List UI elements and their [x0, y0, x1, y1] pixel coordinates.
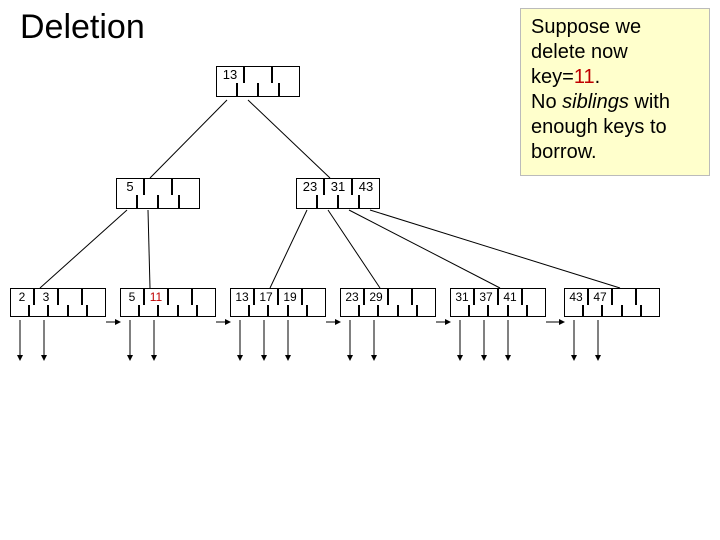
key-cell — [388, 288, 412, 306]
ptr-cell — [116, 195, 137, 209]
ptr-cell — [583, 305, 602, 317]
key-cell: 23 — [296, 178, 324, 196]
ptr-cell — [378, 305, 397, 317]
ptr-cell — [488, 305, 507, 317]
key-cell-deleting: 11 — [144, 288, 168, 306]
ptr-cell — [469, 305, 488, 317]
leaf-node: 43 47 — [564, 288, 660, 317]
key-cell: 13 — [230, 288, 254, 306]
ptr-cell — [87, 305, 106, 317]
ptr-cell — [197, 305, 216, 317]
leaf-node: 23 29 — [340, 288, 436, 317]
ptr-cell — [527, 305, 546, 317]
internal-node-right: 23 31 43 — [296, 178, 380, 209]
ptr-cell — [641, 305, 660, 317]
ptr-cell — [338, 195, 359, 209]
key-cell: 2 — [10, 288, 34, 306]
leaf-node: 13 17 19 — [230, 288, 326, 317]
ptr-cell — [237, 83, 258, 97]
key-cell — [522, 288, 546, 306]
key-cell — [168, 288, 192, 306]
key-cell — [58, 288, 82, 306]
ptr-cell — [29, 305, 48, 317]
key-cell: 47 — [588, 288, 612, 306]
key-cell: 43 — [352, 178, 380, 196]
ptr-cell — [120, 305, 139, 317]
ptr-cell — [48, 305, 67, 317]
ptr-cell — [139, 305, 158, 317]
key-cell: 17 — [254, 288, 278, 306]
ptr-cell — [249, 305, 268, 317]
internal-node-left: 5 — [116, 178, 200, 209]
ptr-cell — [359, 195, 380, 209]
key-cell — [82, 288, 106, 306]
ptr-cell — [296, 195, 317, 209]
key-cell: 43 — [564, 288, 588, 306]
key-cell: 31 — [324, 178, 352, 196]
ptr-cell — [268, 305, 287, 317]
ptr-cell — [158, 195, 179, 209]
key-cell — [244, 66, 272, 84]
ptr-cell — [216, 83, 237, 97]
tree-edges — [0, 0, 720, 540]
leaf-node: 5 11 — [120, 288, 216, 317]
ptr-cell — [307, 305, 326, 317]
ptr-cell — [622, 305, 641, 317]
key-cell: 37 — [474, 288, 498, 306]
key-cell: 41 — [498, 288, 522, 306]
ptr-cell — [178, 305, 197, 317]
key-cell: 23 — [340, 288, 364, 306]
key-cell — [302, 288, 326, 306]
ptr-cell — [317, 195, 338, 209]
ptr-cell — [10, 305, 29, 317]
ptr-cell — [398, 305, 417, 317]
key-cell — [272, 66, 300, 84]
ptr-cell — [279, 83, 300, 97]
ptr-cell — [288, 305, 307, 317]
root-node: 13 — [216, 66, 300, 97]
ptr-cell — [68, 305, 87, 317]
ptr-cell — [602, 305, 621, 317]
ptr-cell — [137, 195, 158, 209]
ptr-cell — [508, 305, 527, 317]
key-cell — [636, 288, 660, 306]
key-cell — [172, 178, 200, 196]
key-cell: 29 — [364, 288, 388, 306]
ptr-cell — [450, 305, 469, 317]
key-cell — [412, 288, 436, 306]
ptr-cell — [230, 305, 249, 317]
key-cell: 31 — [450, 288, 474, 306]
key-cell: 5 — [116, 178, 144, 196]
leaf-node: 31 37 41 — [450, 288, 546, 317]
ptr-cell — [564, 305, 583, 317]
ptr-cell — [258, 83, 279, 97]
ptr-cell — [179, 195, 200, 209]
key-cell — [144, 178, 172, 196]
key-cell: 13 — [216, 66, 244, 84]
key-cell: 5 — [120, 288, 144, 306]
ptr-cell — [158, 305, 177, 317]
key-cell: 19 — [278, 288, 302, 306]
leaf-node: 2 3 — [10, 288, 106, 317]
key-cell — [192, 288, 216, 306]
ptr-cell — [340, 305, 359, 317]
key-cell — [612, 288, 636, 306]
key-cell: 3 — [34, 288, 58, 306]
ptr-cell — [359, 305, 378, 317]
ptr-cell — [417, 305, 436, 317]
